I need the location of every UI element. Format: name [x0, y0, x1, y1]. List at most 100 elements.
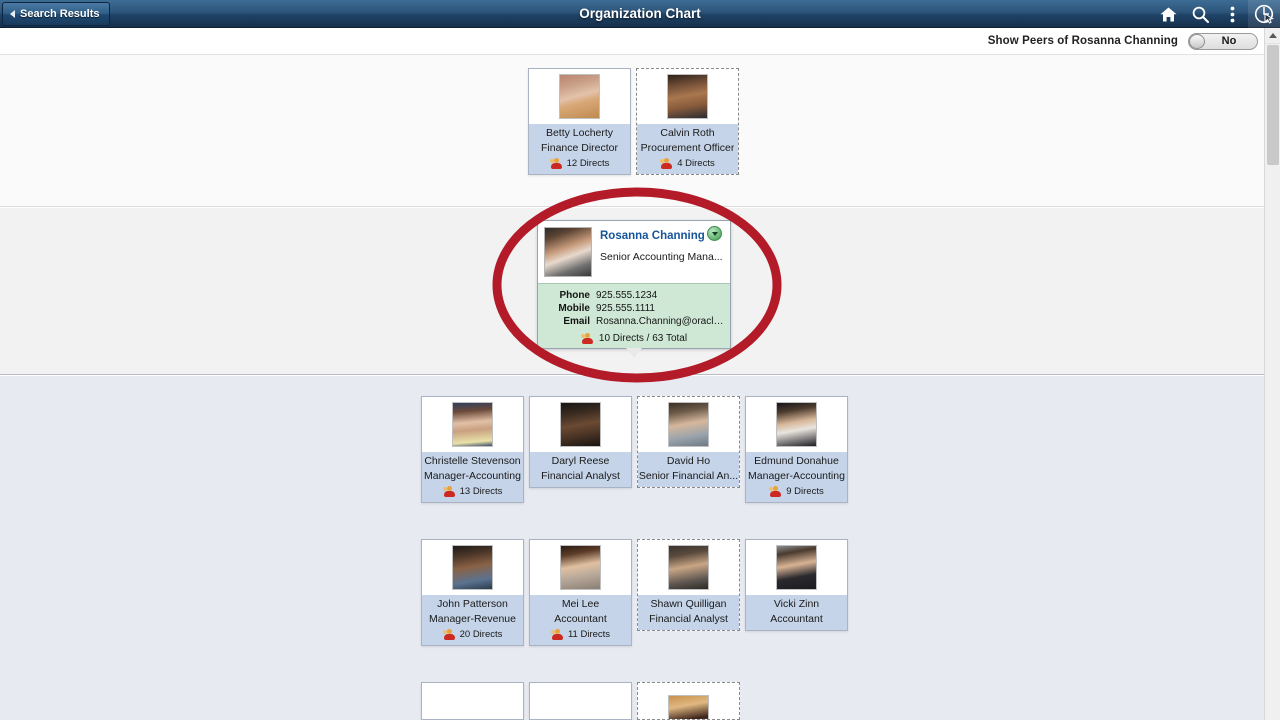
focus-card-text: Rosanna Channing Senior Accounting Mana.… [600, 227, 724, 277]
org-node-card[interactable]: Mei Lee Accountant 11 Directs [529, 539, 632, 646]
phone-value[interactable]: 925.555.1234 [596, 289, 724, 302]
org-node-card[interactable]: Shawn Quilligan Financial Analyst [637, 539, 740, 631]
node-body: Daryl Reese Financial Analyst [530, 452, 631, 487]
node-directs: 9 Directs [769, 486, 824, 497]
node-body: Vicki Zinn Accountant [746, 595, 847, 630]
avatar [668, 545, 709, 590]
avatar [560, 545, 601, 590]
avatar [544, 227, 592, 277]
node-directs: 13 Directs [442, 486, 502, 497]
node-directs-label: 12 Directs [566, 158, 610, 169]
node-name: Christelle Stevenson [424, 455, 521, 467]
org-node-card[interactable] [421, 682, 524, 720]
node-title: Accountant [770, 612, 823, 625]
node-body: Shawn Quilligan Financial Analyst [638, 595, 739, 630]
collapse-arrow-icon[interactable] [626, 348, 642, 358]
org-node-card[interactable]: Vicki Zinn Accountant [745, 539, 848, 631]
org-node-card[interactable]: Betty Locherty Finance Director 12 Direc… [528, 68, 631, 175]
back-button-label: Search Results [20, 7, 100, 20]
node-body: Betty Locherty Finance Director 12 Direc… [529, 124, 630, 174]
node-title: Manager-Revenue [429, 612, 516, 625]
toggle-knob [1189, 33, 1205, 49]
email-label: Email [563, 316, 590, 327]
org-node-card[interactable]: Daryl Reese Financial Analyst [529, 396, 632, 488]
vertical-scrollbar[interactable] [1264, 28, 1280, 720]
node-title: Financial Analyst [541, 469, 620, 482]
back-to-search-results-button[interactable]: Search Results [2, 1, 111, 26]
node-title: Accountant [554, 612, 607, 625]
phone-label: Phone [559, 290, 590, 301]
node-photo [422, 540, 523, 595]
focus-card-header: Rosanna Channing Senior Accounting Mana.… [538, 221, 730, 283]
avatar [667, 74, 708, 119]
node-photo [638, 540, 739, 595]
home-icon[interactable] [1152, 0, 1184, 28]
node-body: Calvin Roth Procurement Officer 4 Direct… [637, 124, 738, 174]
chevron-down-circle-icon[interactable] [707, 226, 722, 241]
node-name: Betty Locherty [545, 127, 614, 139]
node-photo [422, 683, 523, 719]
org-node-card[interactable]: Edmund Donahue Manager-Accounting 9 Dire… [745, 396, 848, 503]
people-icon [550, 629, 564, 640]
node-directs-label: 4 Directs [677, 158, 715, 169]
node-name: Calvin Roth [660, 127, 715, 139]
node-directs: 20 Directs [442, 629, 502, 640]
toggle-value: No [1221, 35, 1237, 47]
node-name: Vicki Zinn [773, 598, 820, 610]
chevron-left-icon [10, 9, 15, 18]
node-title: Manager-Accounting [748, 469, 845, 482]
people-icon [442, 486, 456, 497]
org-node-card[interactable] [637, 682, 740, 720]
org-node-card[interactable]: David Ho Senior Financial An... [637, 396, 740, 488]
node-photo [746, 397, 847, 452]
focus-person-card[interactable]: Rosanna Channing Senior Accounting Mana.… [537, 220, 731, 358]
direct-reports-band [0, 376, 1264, 720]
scroll-up-arrow-icon[interactable] [1265, 28, 1280, 44]
avatar [452, 545, 493, 590]
more-actions-icon[interactable] [1216, 0, 1248, 28]
show-peers-toggle[interactable]: No [1188, 32, 1258, 50]
node-name: Edmund Donahue [754, 455, 839, 467]
mobile-value[interactable]: 925.555.1111 [596, 302, 724, 315]
focus-directs: 10 Directs / 63 Total [544, 333, 724, 344]
org-node-card[interactable] [529, 682, 632, 720]
show-peers-label: Show Peers of Rosanna Channing [987, 35, 1178, 47]
node-body: Edmund Donahue Manager-Accounting 9 Dire… [746, 452, 847, 502]
avatar [559, 74, 600, 119]
mobile-label: Mobile [558, 303, 590, 314]
focus-directs-label: 10 Directs / 63 Total [598, 333, 688, 344]
people-icon [549, 158, 563, 169]
contact-row-phone: Phone 925.555.1234 [544, 289, 724, 302]
avatar [776, 545, 817, 590]
people-icon [580, 333, 594, 344]
node-title: Manager-Accounting [424, 469, 521, 482]
node-name: Mei Lee [561, 598, 600, 610]
node-photo [530, 397, 631, 452]
org-node-card[interactable]: John Patterson Manager-Revenue 20 Direct… [421, 539, 524, 646]
org-node-card[interactable]: Calvin Roth Procurement Officer 4 Direct… [636, 68, 739, 175]
node-title: Financial Analyst [649, 612, 728, 625]
node-directs: 11 Directs [550, 629, 611, 640]
scrollbar-thumb[interactable] [1267, 45, 1279, 165]
node-directs-label: 11 Directs [567, 629, 611, 640]
people-icon [660, 158, 673, 169]
org-node-card[interactable]: Christelle Stevenson Manager-Accounting … [421, 396, 524, 503]
email-value[interactable]: Rosanna.Channing@oraclesa... [596, 315, 724, 328]
node-directs: 12 Directs [549, 158, 610, 169]
nav-bar-icon[interactable] [1248, 0, 1280, 28]
node-title: Finance Director [540, 141, 619, 154]
focus-person-name[interactable]: Rosanna Channing [600, 229, 724, 243]
search-icon[interactable] [1184, 0, 1216, 28]
node-photo [746, 540, 847, 595]
org-chart-page: Search Results Organization Chart Show P… [0, 0, 1280, 720]
node-photo [529, 69, 630, 124]
node-photo [422, 397, 523, 452]
node-body: Mei Lee Accountant 11 Directs [530, 595, 631, 645]
avatar [560, 402, 601, 447]
avatar [452, 402, 493, 447]
managers-band [0, 55, 1264, 207]
avatar [668, 695, 709, 719]
node-name: Daryl Reese [551, 455, 610, 467]
focus-contact-block: Phone 925.555.1234 Mobile 925.555.1111 E… [538, 283, 730, 348]
node-photo [530, 540, 631, 595]
